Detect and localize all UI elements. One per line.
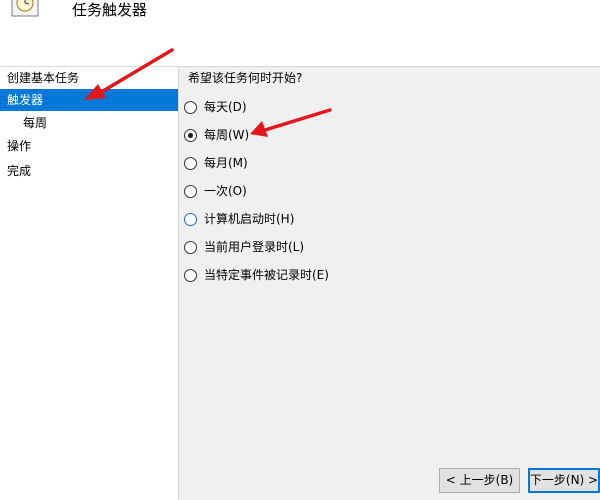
radio-computer-startup[interactable] — [184, 212, 197, 226]
option-once-label: 一次(O) — [204, 184, 247, 198]
option-monthly-label: 每月(M) — [204, 156, 248, 170]
option-daily-label: 每天(D) — [204, 100, 247, 114]
wizard-steps-sidebar: 创建基本任务 触发器 每周 操作 完成 — [0, 67, 179, 500]
page-title: 任务触发器 — [72, 1, 148, 19]
wizard-header: 任务触发器 — [0, 0, 600, 67]
back-button[interactable]: < 上一步(B) — [439, 468, 520, 493]
radio-user-logon[interactable] — [184, 240, 197, 254]
task-scheduler-clock-icon — [11, 0, 39, 17]
sidebar-item-action[interactable]: 操作 — [0, 135, 178, 157]
radio-once[interactable] — [184, 184, 197, 198]
option-user-logon-label: 当前用户登录时(L) — [204, 240, 305, 254]
annotation-arrow-weekly — [250, 108, 332, 137]
option-weekly[interactable]: 每周(W) — [184, 125, 249, 145]
option-computer-startup[interactable]: 计算机启动时(H) — [184, 209, 294, 229]
sidebar-item-trigger[interactable]: 触发器 — [0, 89, 178, 111]
option-event-logged[interactable]: 当特定事件被记录时(E) — [184, 265, 329, 285]
sidebar-item-create-basic-task[interactable]: 创建基本任务 — [0, 67, 178, 89]
option-monthly[interactable]: 每月(M) — [184, 153, 248, 173]
option-user-logon[interactable]: 当前用户登录时(L) — [184, 237, 304, 257]
radio-event-logged[interactable] — [184, 268, 197, 282]
option-computer-startup-label: 计算机启动时(H) — [204, 212, 295, 226]
next-button[interactable]: 下一步(N) > — [528, 468, 600, 493]
option-once[interactable]: 一次(O) — [184, 181, 247, 201]
option-daily[interactable]: 每天(D) — [184, 97, 247, 117]
sidebar-item-weekly[interactable]: 每周 — [0, 112, 178, 134]
radio-daily[interactable] — [184, 100, 197, 114]
sidebar-item-finish[interactable]: 完成 — [0, 160, 178, 182]
radio-monthly[interactable] — [184, 156, 197, 170]
option-weekly-label: 每周(W) — [204, 128, 250, 142]
option-event-logged-label: 当特定事件被记录时(E) — [204, 268, 329, 282]
trigger-question: 希望该任务何时开始? — [188, 71, 303, 85]
radio-weekly[interactable] — [184, 128, 197, 142]
